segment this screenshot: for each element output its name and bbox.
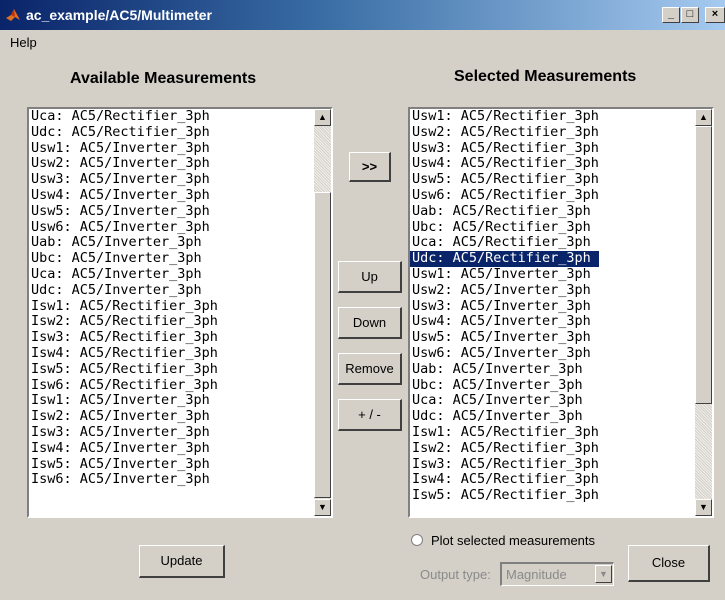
list-item[interactable]: Uca: AC5/Inverter_3ph bbox=[29, 266, 218, 283]
arrow-down-icon[interactable]: ▼ bbox=[314, 499, 331, 516]
list-item[interactable]: Usw3: AC5/Inverter_3ph bbox=[29, 171, 218, 188]
plot-selected-label: Plot selected measurements bbox=[431, 533, 596, 548]
available-scroll-thumb[interactable] bbox=[314, 192, 331, 498]
list-item[interactable]: Udc: AC5/Inverter_3ph bbox=[29, 282, 218, 299]
list-item[interactable]: Uab: AC5/Inverter_3ph bbox=[29, 235, 218, 251]
list-item[interactable]: Uca: AC5/Inverter_3ph bbox=[410, 393, 599, 409]
list-item[interactable]: Uca: AC5/Rectifier_3ph bbox=[410, 235, 599, 251]
available-scrollbar[interactable]: ▲ ▼ bbox=[314, 109, 331, 516]
list-item[interactable]: Isw2: AC5/Rectifier_3ph bbox=[410, 440, 599, 457]
menu-bar: Help bbox=[0, 32, 725, 52]
output-type-select[interactable]: Magnitude ▼ bbox=[500, 562, 614, 586]
close-button[interactable]: Close bbox=[628, 545, 710, 582]
list-item[interactable]: Udc: AC5/Inverter_3ph bbox=[410, 408, 599, 425]
available-list[interactable]: Uca: AC5/Rectifier_3ph Udc: AC5/Rectifier… bbox=[27, 107, 333, 518]
list-item[interactable]: Isw1: AC5/Rectifier_3ph bbox=[29, 298, 218, 315]
list-item[interactable]: Udc: AC5/Rectifier_3ph bbox=[410, 250, 599, 267]
list-item[interactable]: Usw4: AC5/Inverter_3ph bbox=[410, 314, 599, 330]
list-item[interactable]: Isw5: AC5/Rectifier_3ph bbox=[29, 361, 218, 378]
list-item[interactable]: Isw3: AC5/Rectifier_3ph bbox=[410, 456, 599, 473]
list-item[interactable]: Isw4: AC5/Rectifier_3ph bbox=[29, 345, 218, 362]
add-measurement-button[interactable]: >> bbox=[349, 152, 391, 182]
output-type-label: Output type: bbox=[420, 567, 491, 582]
close-window-button[interactable]: × bbox=[705, 7, 725, 23]
list-item[interactable]: Isw3: AC5/Rectifier_3ph bbox=[29, 329, 218, 346]
down-button[interactable]: Down bbox=[338, 307, 402, 339]
list-item[interactable]: Usw3: AC5/Inverter_3ph bbox=[410, 298, 599, 315]
list-item[interactable]: Usw1: AC5/Inverter_3ph bbox=[29, 140, 218, 157]
available-items: Uca: AC5/Rectifier_3ph Udc: AC5/Rectifier… bbox=[29, 109, 218, 488]
list-item[interactable]: Isw6: AC5/Rectifier_3ph bbox=[29, 377, 218, 394]
list-item[interactable]: Usw5: AC5/Inverter_3ph bbox=[410, 329, 599, 346]
list-item[interactable]: Uab: AC5/Rectifier_3ph bbox=[410, 203, 599, 220]
selected-heading: Selected Measurements bbox=[454, 68, 637, 85]
list-item[interactable]: Usw1: AC5/Inverter_3ph bbox=[410, 266, 599, 283]
selected-scroll-thumb[interactable] bbox=[695, 126, 712, 404]
list-item[interactable]: Isw4: AC5/Rectifier_3ph bbox=[410, 472, 599, 488]
minimize-button[interactable]: _ bbox=[662, 7, 680, 23]
list-item[interactable]: Usw2: AC5/Inverter_3ph bbox=[410, 282, 599, 299]
list-item[interactable]: Isw4: AC5/Inverter_3ph bbox=[29, 440, 218, 457]
list-item[interactable]: Udc: AC5/Rectifier_3ph bbox=[29, 124, 218, 141]
list-item[interactable]: Usw6: AC5/Inverter_3ph bbox=[410, 345, 599, 362]
selected-items: Usw1: AC5/Rectifier_3ph Usw2: AC5/Rectifi… bbox=[410, 109, 599, 504]
list-item[interactable]: Usw3: AC5/Rectifier_3ph bbox=[410, 140, 599, 157]
list-item[interactable]: Usw6: AC5/Inverter_3ph bbox=[29, 219, 218, 236]
title-bar: ac_example/AC5/Multimeter _ □ × bbox=[0, 0, 725, 30]
list-item[interactable]: Usw5: AC5/Inverter_3ph bbox=[29, 203, 218, 220]
menu-help[interactable]: Help bbox=[10, 35, 37, 50]
arrow-up-icon[interactable]: ▲ bbox=[314, 109, 331, 126]
arrow-up-icon[interactable]: ▲ bbox=[695, 109, 712, 126]
list-item[interactable]: Uab: AC5/Inverter_3ph bbox=[410, 361, 599, 378]
list-item[interactable]: Usw4: AC5/Inverter_3ph bbox=[29, 187, 218, 204]
available-heading: Available Measurements bbox=[70, 70, 257, 87]
list-item[interactable]: Usw1: AC5/Rectifier_3ph bbox=[410, 109, 599, 125]
list-item[interactable]: Ubc: AC5/Rectifier_3ph bbox=[410, 219, 599, 236]
list-item[interactable]: Ubc: AC5/Inverter_3ph bbox=[29, 250, 218, 267]
list-item[interactable]: Isw5: AC5/Inverter_3ph bbox=[29, 456, 218, 473]
list-item[interactable]: Usw4: AC5/Rectifier_3ph bbox=[410, 156, 599, 172]
list-item[interactable]: Isw1: AC5/Rectifier_3ph bbox=[410, 424, 599, 441]
list-item[interactable]: Uca: AC5/Rectifier_3ph bbox=[29, 109, 218, 125]
arrow-down-icon[interactable]: ▼ bbox=[695, 499, 712, 516]
up-button[interactable]: Up bbox=[338, 261, 402, 293]
list-item[interactable]: Isw3: AC5/Inverter_3ph bbox=[29, 424, 218, 441]
list-item[interactable]: Isw2: AC5/Rectifier_3ph bbox=[29, 314, 218, 330]
list-item[interactable]: Usw2: AC5/Inverter_3ph bbox=[29, 156, 218, 172]
selected-list[interactable]: Usw1: AC5/Rectifier_3ph Usw2: AC5/Rectifi… bbox=[408, 107, 714, 518]
plot-selected-radio[interactable] bbox=[411, 534, 423, 546]
list-item[interactable]: Usw2: AC5/Rectifier_3ph bbox=[410, 124, 599, 141]
selected-scrollbar[interactable]: ▲ ▼ bbox=[695, 109, 712, 516]
list-item[interactable]: Isw5: AC5/Rectifier_3ph bbox=[410, 487, 599, 504]
list-item[interactable]: Usw5: AC5/Rectifier_3ph bbox=[410, 171, 599, 188]
list-item[interactable]: Isw2: AC5/Inverter_3ph bbox=[29, 408, 218, 425]
list-item[interactable]: Ubc: AC5/Inverter_3ph bbox=[410, 377, 599, 394]
remove-button[interactable]: Remove bbox=[338, 353, 402, 385]
list-item[interactable]: Usw6: AC5/Rectifier_3ph bbox=[410, 187, 599, 204]
sign-toggle-button[interactable]: + / - bbox=[338, 399, 402, 431]
maximize-button[interactable]: □ bbox=[681, 7, 699, 23]
matlab-icon bbox=[6, 9, 20, 21]
update-button[interactable]: Update bbox=[139, 545, 225, 578]
list-item[interactable]: Isw1: AC5/Inverter_3ph bbox=[29, 393, 218, 409]
window-title: ac_example/AC5/Multimeter bbox=[26, 7, 212, 23]
chevron-down-icon[interactable]: ▼ bbox=[595, 565, 612, 583]
output-type-value: Magnitude bbox=[506, 567, 567, 582]
list-item[interactable]: Isw6: AC5/Inverter_3ph bbox=[29, 472, 218, 488]
